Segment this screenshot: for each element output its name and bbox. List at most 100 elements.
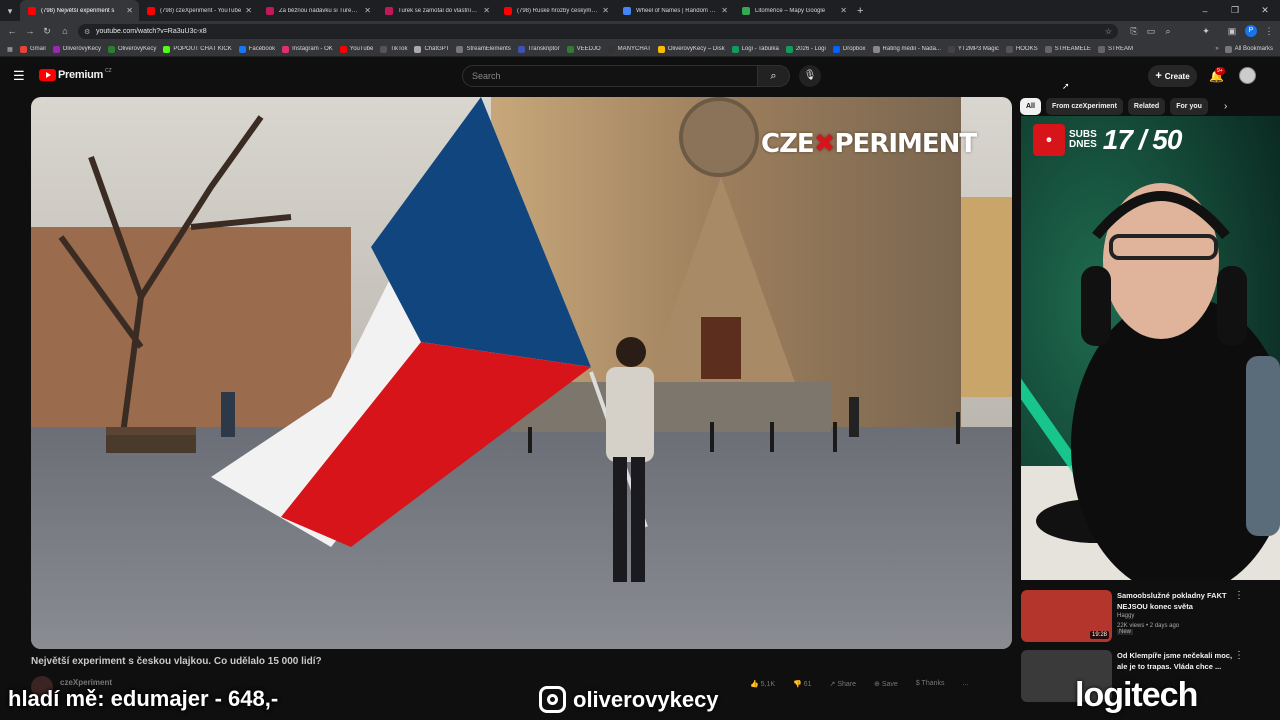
bookmark-favicon-icon (339, 45, 347, 53)
bookmark-item[interactable]: OliverovyKecy – Disk (657, 45, 725, 53)
video-action-button[interactable]: $ Thanks (916, 680, 945, 688)
filter-chip[interactable]: For you (1170, 98, 1208, 115)
related-video-channel[interactable]: Haggy (1117, 613, 1134, 619)
bookmark-item[interactable]: OliverovyKecy (52, 45, 101, 53)
bookmark-favicon-icon (517, 45, 525, 53)
profile-icon[interactable]: P (1245, 25, 1257, 37)
minimize-button[interactable]: – (1190, 6, 1220, 16)
tab-close-icon[interactable]: ✕ (602, 6, 609, 15)
action-icon: 👍 (750, 681, 761, 688)
youtube-logo[interactable]: Premium CZ (39, 68, 112, 81)
extension-icon[interactable]: ▣ (1226, 25, 1238, 37)
apps-icon[interactable]: ▦ (0, 46, 20, 53)
tab-close-icon[interactable]: ✕ (245, 6, 252, 15)
reload-icon[interactable]: ↻ (41, 25, 53, 37)
bookmarks-overflow-icon[interactable]: » (1215, 46, 1218, 52)
related-video-title[interactable]: Od Klempíře jsme nečekali moc, ale je to… (1117, 650, 1239, 672)
mascot-icon: ☻ (1033, 124, 1065, 156)
bookmark-item[interactable]: Instagram - OK (282, 45, 333, 53)
all-bookmarks-button[interactable]: All Bookmarks (1224, 45, 1273, 53)
related-video-item[interactable]: 19:28 Samoobslužné pokladny FAKT NEJSOU … (1021, 590, 1256, 646)
site-info-icon[interactable]: ⚙ (84, 28, 90, 36)
back-icon[interactable]: ← (6, 25, 18, 37)
related-video-title[interactable]: Samoobslužné pokladny FAKT NEJSOU konec … (1117, 590, 1239, 612)
bookmark-item[interactable]: Gmail (20, 45, 46, 53)
new-tab-button[interactable]: + (857, 5, 863, 17)
bookmark-item[interactable]: STREAM (1097, 45, 1133, 53)
tab-search-icon[interactable]: ▾ (0, 5, 20, 17)
bookmark-item[interactable]: ChatGPT (414, 45, 449, 53)
video-action-button[interactable]: 👍 5,1K (750, 680, 775, 688)
bookmark-item[interactable]: MANYCHAT (607, 45, 651, 53)
forward-icon[interactable]: → (24, 25, 36, 37)
browser-tab[interactable]: (798) Ruské hrozby českým zbr ✕ (496, 0, 615, 21)
filter-chip[interactable]: From czeXperiment (1045, 98, 1123, 115)
browser-tab[interactable]: Za běžnou nadávku si Turek vy ✕ (258, 0, 377, 21)
zoom-icon[interactable]: ⌕ (1162, 25, 1174, 37)
cast-icon[interactable]: ▭ (1145, 25, 1157, 37)
bookmark-item[interactable]: Logi - Tabulka (731, 45, 779, 53)
translate-icon[interactable]: ⎘ (1128, 25, 1140, 37)
browser-menu-icon[interactable]: ⋮ (1263, 25, 1275, 37)
hamburger-menu-icon[interactable]: ☰ (13, 68, 25, 84)
chips-next-icon[interactable]: › (1224, 101, 1227, 112)
more-options-icon[interactable]: ⋮ (1234, 590, 1244, 601)
bookmark-item[interactable]: TikTok (380, 45, 407, 53)
maximize-button[interactable]: ❐ (1220, 5, 1250, 16)
filter-chip[interactable]: All (1020, 98, 1041, 115)
bookmark-item[interactable]: VEEDJO (566, 45, 601, 53)
avatar[interactable] (1239, 67, 1256, 84)
browser-tab[interactable]: (798) czeXperiment - YouTube ✕ (139, 0, 258, 21)
video-thumbnail[interactable]: 19:28 (1021, 590, 1112, 642)
church-door (701, 317, 741, 379)
tab-favicon-icon (742, 6, 750, 15)
bookmarks-bar: ▦ Gmail OliverovyKecy OliverovyKecy POPOUT … (0, 42, 1280, 57)
bookmark-item[interactable]: Transkriptor (517, 45, 560, 53)
bookmark-item[interactable]: STREAMELE (1044, 45, 1091, 53)
video-action-button[interactable]: 👎 61 (793, 680, 811, 688)
bookmark-item[interactable]: StreamElements (456, 45, 511, 53)
bookmark-item[interactable]: OliverovyKecy (108, 45, 156, 53)
tab-close-icon[interactable]: ✕ (840, 6, 847, 15)
bookmark-item[interactable]: Rating médií - Nada... (872, 45, 941, 53)
bookmark-favicon-icon (380, 45, 388, 53)
video-player[interactable]: CZE✖PERIMENT (31, 97, 1012, 649)
tab-close-icon[interactable]: ✕ (126, 6, 133, 15)
video-action-button[interactable]: ... (963, 680, 969, 688)
bookmark-item[interactable]: Dropbox (832, 45, 866, 53)
bookmark-item[interactable]: YouTube (339, 45, 373, 53)
video-action-button[interactable]: ⊕ Save (874, 680, 898, 688)
video-actions: 👍 5,1K 👎 61 ↗ Share ⊕ Save $ Thanks... (750, 680, 986, 688)
address-bar[interactable]: ⚙ youtube.com/watch?v=Ra3uU3c-x8 ☆ (78, 24, 1118, 39)
extensions-icon[interactable]: ✦ (1200, 25, 1212, 37)
browser-tab[interactable]: (798) Největší experiment s ✕ (20, 0, 139, 21)
browser-tab[interactable]: Wheel of Names | Random nam ✕ (615, 0, 734, 21)
video-action-button[interactable]: ↗ Share (830, 680, 857, 688)
tab-close-icon[interactable]: ✕ (483, 6, 490, 15)
bookmark-item[interactable]: Facebook (238, 45, 275, 53)
filter-chip[interactable]: Related (1127, 98, 1166, 115)
youtube-header: ☰ Premium CZ Search ⌕ 🎙 + Create 🔔 9+ ➚ (0, 57, 1280, 95)
close-window-button[interactable]: ✕ (1250, 5, 1280, 16)
more-options-icon[interactable]: ⋮ (1234, 650, 1244, 661)
browser-tab[interactable]: Turek se zamotal do vlastních l ✕ (377, 0, 496, 21)
bookmark-favicon-icon (731, 45, 739, 53)
create-button[interactable]: + Create (1148, 65, 1197, 87)
voice-search-button[interactable]: 🎙 (799, 65, 821, 87)
tab-close-icon[interactable]: ✕ (721, 6, 728, 15)
bookmark-item[interactable]: YT2MP3 Magic (947, 45, 999, 53)
tab-favicon-icon (504, 6, 512, 15)
browser-tab[interactable]: Litoměřice – Mapy Google ✕ (734, 0, 853, 21)
home-icon[interactable]: ⌂ (59, 25, 71, 37)
search-input[interactable]: Search (462, 65, 758, 87)
search-button[interactable]: ⌕ (757, 65, 790, 87)
tab-close-icon[interactable]: ✕ (364, 6, 371, 15)
bookmark-item[interactable]: POPOUT CHAT KICK (163, 45, 232, 53)
bookmark-star-icon[interactable]: ☆ (1105, 27, 1112, 36)
tab-favicon-icon (385, 6, 393, 15)
duration-badge: 19:28 (1089, 631, 1109, 639)
bookmark-favicon-icon (1005, 45, 1013, 53)
bookmark-favicon-icon (414, 45, 422, 53)
bookmark-item[interactable]: HOOKS (1005, 45, 1038, 53)
bookmark-item[interactable]: 2026 - Logi (785, 45, 826, 53)
